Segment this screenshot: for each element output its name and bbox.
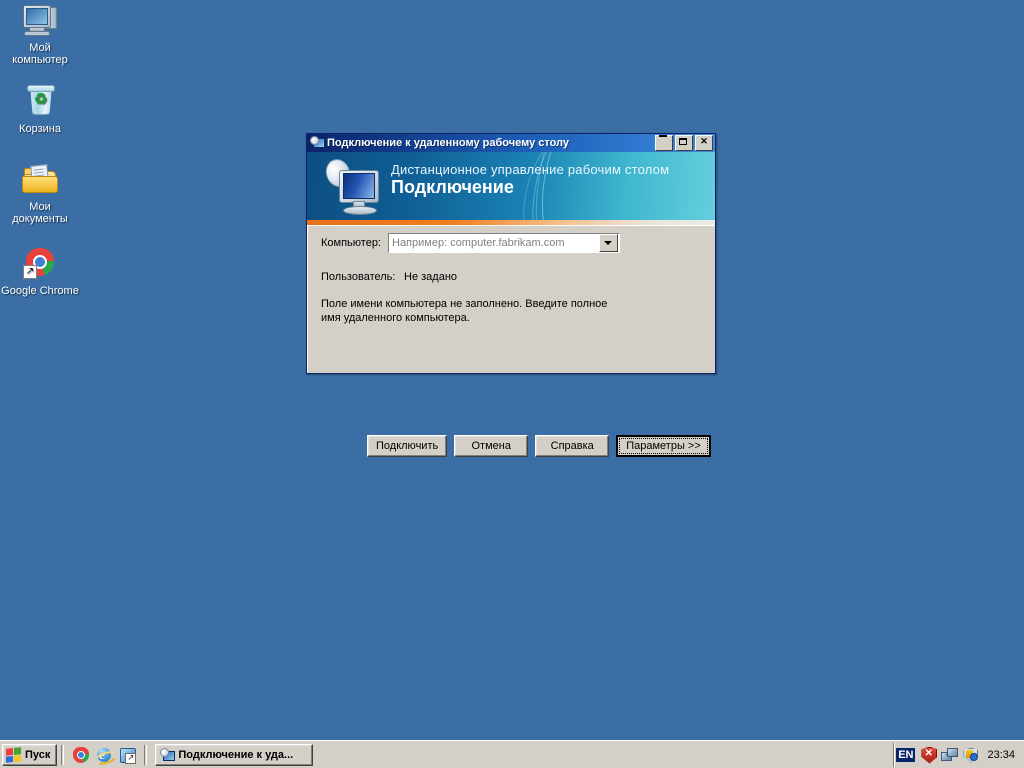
desktop-icon-google-chrome[interactable]: ↗ Google Chrome [0, 247, 80, 297]
start-button-label: Пуск [25, 748, 51, 761]
dialog-title: Подключение к удаленному рабочему столу [327, 137, 570, 149]
hint-text: Поле имени компьютера не заполнено. Введ… [321, 297, 631, 325]
desktop-icon-label: Мои [29, 201, 51, 213]
chrome-icon: ↗ [20, 247, 60, 281]
banner-subtitle: Дистанционное управление рабочим столом [391, 162, 670, 177]
desktop[interactable]: Мой компьютер ♻ Корзина Мои документы ↗ … [0, 0, 1024, 740]
desktop-icon-label-2: компьютер [12, 54, 68, 66]
taskbar-separator-2 [144, 744, 148, 765]
remote-desktop-icon [310, 136, 325, 150]
internet-explorer-icon[interactable]: e [94, 747, 119, 767]
dialog-titlebar[interactable]: Подключение к удаленному рабочему столу … [307, 134, 715, 152]
computer-combobox[interactable]: Например: computer.fabrikam.com [388, 233, 620, 253]
user-label: Пользователь: [321, 271, 396, 283]
window-controls[interactable]: ✕ [655, 135, 713, 151]
maximize-button[interactable] [675, 135, 693, 151]
minimize-button[interactable] [655, 135, 673, 151]
remote-desktop-connection-dialog[interactable]: Подключение к удаленному рабочему столу … [306, 133, 716, 457]
taskbar-item-rdp[interactable]: Подключение к уда... [155, 743, 314, 766]
system-tray[interactable]: EN ✕ 23:34 [893, 742, 1022, 767]
start-button[interactable]: Пуск [2, 743, 58, 766]
options-button-label: Параметры >> [626, 440, 701, 452]
options-button[interactable]: Параметры >> [616, 435, 711, 457]
computer-icon [20, 4, 60, 38]
taskbar-item-label: Подключение к уда... [178, 748, 294, 761]
desktop-icon-label: Мой [29, 42, 51, 54]
desktop-icon-recycle-bin[interactable]: ♻ Корзина [2, 85, 78, 135]
task-button-list: Подключение к уда... [155, 743, 893, 766]
help-button[interactable]: Справка [535, 435, 610, 457]
desktop-icon-my-computer[interactable]: Мой компьютер [2, 4, 78, 66]
language-indicator[interactable]: EN [896, 747, 916, 762]
desktop-icon-label: Корзина [19, 123, 61, 135]
chrome-icon[interactable] [73, 746, 90, 763]
desktop-icon-my-documents[interactable]: Мои документы [2, 163, 78, 225]
monitor-satellite-icon [321, 156, 383, 216]
clock[interactable]: 23:34 [983, 749, 1018, 761]
taskbar[interactable]: Пуск e ↗ Подключение к уда... EN ✕ 23:34 [0, 740, 1024, 768]
quick-launch-bar[interactable]: e ↗ [68, 746, 140, 767]
close-button[interactable]: ✕ [695, 135, 713, 151]
remote-desktop-icon [160, 747, 176, 762]
show-desktop-icon[interactable]: ↗ [119, 747, 137, 764]
dialog-button-row: Подключить Отмена Справка Параметры >> [367, 435, 711, 457]
taskbar-separator [61, 744, 65, 765]
dialog-banner: Дистанционное управление рабочим столом … [307, 152, 715, 220]
banner-title: Подключение [391, 177, 514, 197]
desktop-icon-label: Google Chrome [1, 285, 79, 297]
red-shield-icon[interactable]: ✕ [920, 746, 938, 764]
windows-flag-icon [6, 746, 21, 763]
connect-button[interactable]: Подключить [367, 435, 448, 457]
chevron-down-icon[interactable] [599, 234, 618, 252]
computer-label: Компьютер: [321, 237, 381, 249]
computer-input[interactable]: Например: computer.fabrikam.com [389, 237, 599, 249]
cancel-button[interactable]: Отмена [454, 435, 529, 457]
hint-line-2: имя удаленного компьютера. [321, 312, 470, 324]
folder-documents-icon [20, 163, 60, 197]
dialog-body: Компьютер: Например: computer.fabrikam.c… [307, 225, 715, 457]
hint-line-1: Поле имени компьютера не заполнено. Введ… [321, 298, 608, 310]
user-value: Не задано [404, 271, 458, 283]
network-icon[interactable] [941, 747, 959, 763]
recycle-bin-icon: ♻ [20, 85, 60, 119]
desktop-icon-label-2: документы [12, 213, 68, 225]
shield-key-icon[interactable] [962, 747, 979, 763]
